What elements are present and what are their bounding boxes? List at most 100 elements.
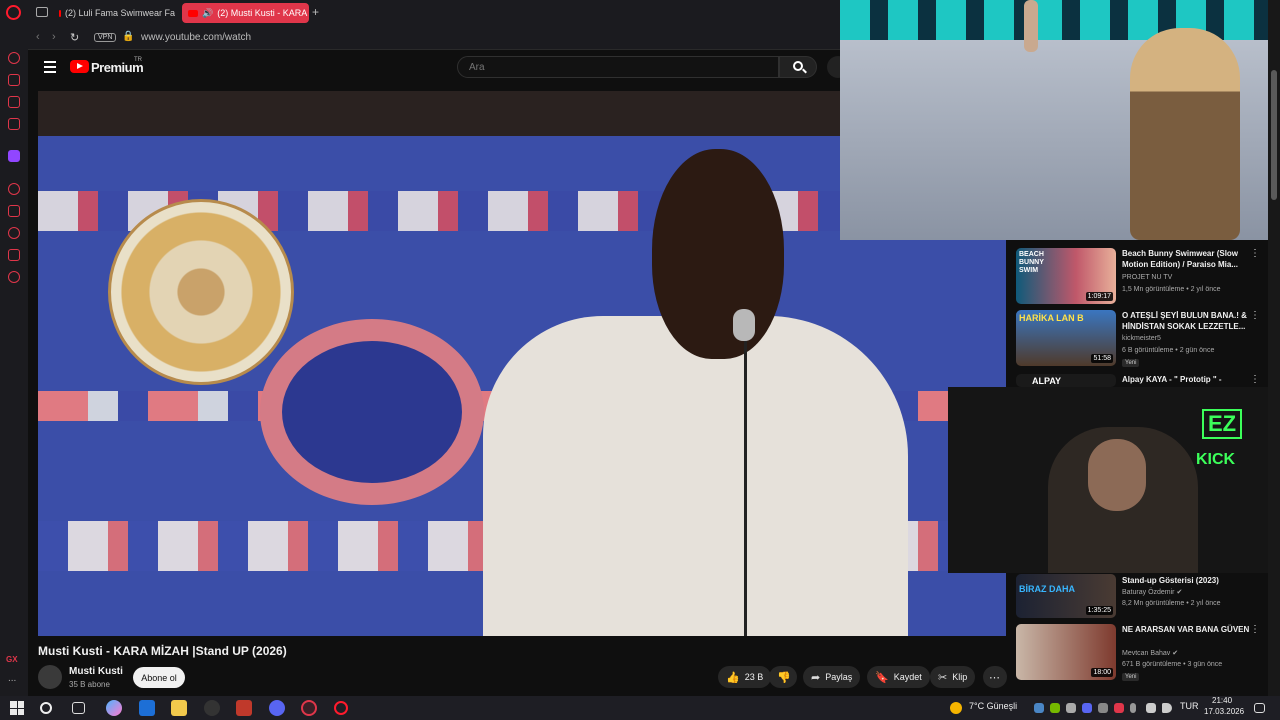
video-duration: 1:35:25 <box>1085 606 1113 615</box>
bookmark-icon: 🔖 <box>875 671 889 684</box>
app-icon[interactable] <box>204 700 220 716</box>
opera-icon[interactable] <box>334 701 348 715</box>
copilot-icon[interactable] <box>106 700 122 716</box>
aria-icon[interactable] <box>8 52 20 64</box>
video-title[interactable]: Beach Bunny Swimwear (Slow Motion Editio… <box>1122 248 1250 270</box>
more-dots-icon[interactable]: ... <box>8 673 16 684</box>
vpn-badge[interactable]: VPN <box>94 33 117 42</box>
more-vertical-icon[interactable]: ⋮ <box>1250 374 1260 385</box>
video-title[interactable]: Alpay KAYA - " Prototip " - <box>1122 374 1250 385</box>
recommendation-item[interactable]: HARİKA LAN B 51:58 O ATEŞLİ ŞEYİ BULUN B… <box>1016 310 1264 368</box>
speaker-icon[interactable]: 🔊 <box>202 8 213 19</box>
nvidia-icon[interactable] <box>1050 703 1060 713</box>
video-thumbnail[interactable]: BEACH BUNNY SWIM 1:09:17 <box>1016 248 1116 304</box>
tab-label: (2) Musti Kusti - KARA <box>217 8 308 18</box>
task-view-icon[interactable] <box>72 702 85 714</box>
search-button[interactable] <box>779 56 817 78</box>
forward-arrow-icon[interactable]: › <box>52 31 56 43</box>
gx-label[interactable]: GX <box>6 655 18 664</box>
floating-video-runway[interactable] <box>840 0 1268 240</box>
history-icon[interactable] <box>8 227 20 239</box>
video-meta: 671 B görüntüleme • 3 gün önce <box>1122 661 1223 668</box>
decorative-oval <box>260 319 484 505</box>
recommendation-item[interactable]: ALPAY Alpay KAYA - " Prototip " - ⋮ <box>1016 374 1264 388</box>
network-icon[interactable] <box>1146 703 1156 713</box>
pin-icon[interactable] <box>8 205 20 217</box>
voice-meeter-icon[interactable] <box>236 700 252 716</box>
file-explorer-icon[interactable] <box>171 700 187 716</box>
tray-app-icon[interactable] <box>1066 703 1076 713</box>
recommendation-item[interactable]: 18:00 NE ARARSAN VAR BANA GÜVEN Mevtcan … <box>1016 624 1264 682</box>
messenger-icon[interactable] <box>8 96 20 108</box>
tab-musti-kusti[interactable]: 🔊 (2) Musti Kusti - KARA <box>182 3 309 23</box>
thumbnail-text: BİRAZ DAHA <box>1019 584 1075 594</box>
channel-avatar[interactable] <box>38 665 62 689</box>
outlook-icon[interactable] <box>139 700 155 716</box>
clock-date[interactable]: 17.03.2026 <box>1204 707 1244 716</box>
channel-name[interactable]: Musti Kusti <box>69 666 123 677</box>
video-title[interactable]: Stand-up Gösterisi (2023) <box>1122 575 1250 586</box>
channel-name[interactable]: PROJET NU TV <box>1122 274 1172 281</box>
new-badge: Yeni <box>1122 673 1140 681</box>
search-input[interactable] <box>457 56 779 78</box>
gmail-icon[interactable] <box>8 118 20 130</box>
windows-start-icon[interactable] <box>10 701 24 715</box>
hamburger-menu-icon[interactable] <box>44 61 56 76</box>
clip-button[interactable]: ✂ Klip <box>930 666 976 688</box>
recommendation-item[interactable]: BEACH BUNNY SWIM 1:09:17 Beach Bunny Swi… <box>1016 248 1264 306</box>
more-actions-button[interactable]: ⋯ <box>983 666 1007 688</box>
video-meta: 6 B görüntüleme • 2 gün önce <box>1122 347 1215 354</box>
reload-icon[interactable]: ↻ <box>70 31 79 44</box>
new-badge: Yeni <box>1122 359 1140 367</box>
youtube-logo-icon[interactable] <box>70 60 89 73</box>
discord-tray-icon[interactable] <box>1082 703 1092 713</box>
extensions-icon[interactable] <box>8 249 20 261</box>
player-icon[interactable] <box>8 183 20 195</box>
channel-name[interactable]: kickmeister5 <box>1122 335 1161 342</box>
floating-stream-webcam[interactable]: EZ KICK <box>948 387 1268 573</box>
discord-icon[interactable] <box>269 700 285 716</box>
page-scrollbar[interactable] <box>1268 0 1280 696</box>
more-vertical-icon[interactable]: ⋮ <box>1250 310 1260 321</box>
runway-model-far <box>1024 0 1038 52</box>
video-thumbnail[interactable]: BİRAZ DAHA 1:35:25 <box>1016 574 1116 618</box>
clock-time[interactable]: 21:40 <box>1212 696 1232 705</box>
tab-luli-fama[interactable]: (2) Luli Fama Swimwear Fa <box>53 3 175 23</box>
volume-icon[interactable] <box>1162 703 1172 713</box>
channel-name[interactable]: Mevtcan Bahav ✔ <box>1122 649 1178 657</box>
keyboard-language[interactable]: TUR <box>1180 701 1199 711</box>
microphone-icon[interactable] <box>1130 703 1136 713</box>
save-button[interactable]: 🔖 Kaydet <box>867 666 930 688</box>
opera-logo-icon[interactable] <box>6 5 21 20</box>
url-text[interactable]: www.youtube.com/watch <box>141 32 251 43</box>
workspace-icon[interactable] <box>36 7 48 17</box>
share-arrow-icon: ➦ <box>811 671 821 684</box>
back-arrow-icon[interactable]: ‹ <box>36 31 40 43</box>
youtube-favicon-icon <box>59 9 61 17</box>
like-button[interactable]: 👍 23 B <box>718 666 772 688</box>
subscribe-button[interactable]: Abone ol <box>133 667 185 688</box>
channel-name[interactable]: Baturay Özdemir ✔ <box>1122 588 1182 596</box>
weather-text[interactable]: 7°C Güneşli <box>969 701 1017 711</box>
share-button[interactable]: ➦ Paylaş <box>803 666 861 688</box>
video-title[interactable]: NE ARARSAN VAR BANA GÜVEN <box>1122 624 1250 635</box>
weather-sun-icon[interactable] <box>950 702 962 714</box>
lock-icon[interactable]: 🔒 <box>122 31 134 42</box>
opera-gx-icon[interactable] <box>301 700 317 716</box>
more-vertical-icon[interactable]: ⋮ <box>1250 248 1260 259</box>
twitch-icon[interactable] <box>8 150 20 162</box>
tray-app-icon[interactable] <box>1098 703 1108 713</box>
more-vertical-icon[interactable]: ⋮ <box>1250 624 1260 635</box>
video-thumbnail[interactable]: ALPAY <box>1016 374 1116 387</box>
video-thumbnail[interactable]: 18:00 <box>1016 624 1116 680</box>
dislike-button[interactable]: 👎 <box>769 666 797 688</box>
bag-icon[interactable] <box>8 74 20 86</box>
settings-gear-icon[interactable] <box>8 271 20 283</box>
notification-icon[interactable] <box>1254 703 1265 713</box>
video-title[interactable]: O ATEŞLİ ŞEYİ BULUN BANA.! & HİNDİSTAN S… <box>1122 310 1250 332</box>
steam-icon[interactable] <box>1034 703 1044 713</box>
search-icon[interactable] <box>40 702 52 714</box>
new-tab-plus-icon[interactable]: + <box>312 5 319 19</box>
opera-tray-icon[interactable] <box>1114 703 1124 713</box>
video-thumbnail[interactable]: HARİKA LAN B 51:58 <box>1016 310 1116 366</box>
